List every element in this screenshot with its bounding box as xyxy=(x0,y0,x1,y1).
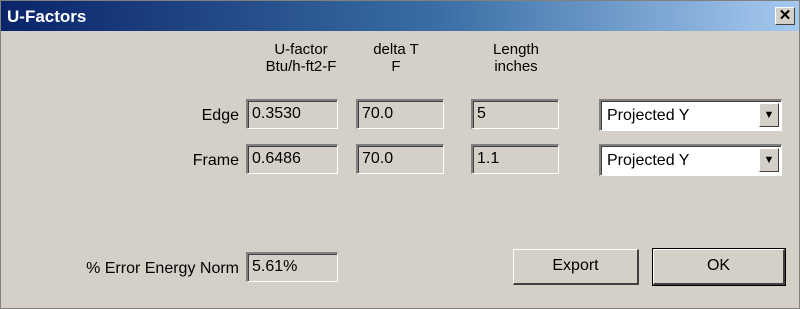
chevron-down-icon[interactable]: ▼ xyxy=(759,148,779,172)
chevron-down-icon[interactable]: ▼ xyxy=(759,103,779,127)
edge-deltat-field[interactable]: 70.0 xyxy=(356,99,444,129)
header-deltat-unit: F xyxy=(391,58,401,75)
edge-projection-value: Projected Y xyxy=(607,107,690,124)
frame-length-field[interactable]: 1.1 xyxy=(471,144,559,174)
error-norm-field: 5.61% xyxy=(246,252,338,282)
frame-ufactor-field[interactable]: 0.6486 xyxy=(246,144,338,174)
row-label-frame: Frame xyxy=(192,152,239,169)
row-label-edge: Edge xyxy=(201,107,239,124)
edge-projection-select[interactable]: Projected Y ▼ xyxy=(599,99,782,131)
error-norm-label: % Error Energy Norm xyxy=(86,260,239,277)
header-ufactor-unit: Btu/h-ft2-F xyxy=(265,58,337,75)
header-length-unit: inches xyxy=(494,58,538,75)
header-ufactor: U-factor Btu/h-ft2-F xyxy=(251,41,351,75)
edge-ufactor-field[interactable]: 0.3530 xyxy=(246,99,338,129)
export-button[interactable]: Export xyxy=(513,249,639,285)
u-factors-dialog: U-Factors ✕ U-factor Btu/h-ft2-F delta T… xyxy=(0,0,800,309)
header-deltat-label: delta T xyxy=(373,41,419,58)
frame-projection-value: Projected Y xyxy=(607,152,690,169)
title-bar[interactable]: U-Factors ✕ xyxy=(1,1,799,31)
close-button[interactable]: ✕ xyxy=(775,7,795,25)
close-icon: ✕ xyxy=(778,7,792,24)
frame-deltat-field[interactable]: 70.0 xyxy=(356,144,444,174)
header-ufactor-label: U-factor xyxy=(274,41,328,58)
header-length: Length inches xyxy=(471,41,561,75)
window-title: U-Factors xyxy=(7,7,87,26)
edge-length-field[interactable]: 5 xyxy=(471,99,559,129)
ok-button[interactable]: OK xyxy=(652,248,786,286)
header-length-label: Length xyxy=(493,41,539,58)
frame-projection-select[interactable]: Projected Y ▼ xyxy=(599,144,782,176)
header-deltat: delta T F xyxy=(356,41,436,75)
